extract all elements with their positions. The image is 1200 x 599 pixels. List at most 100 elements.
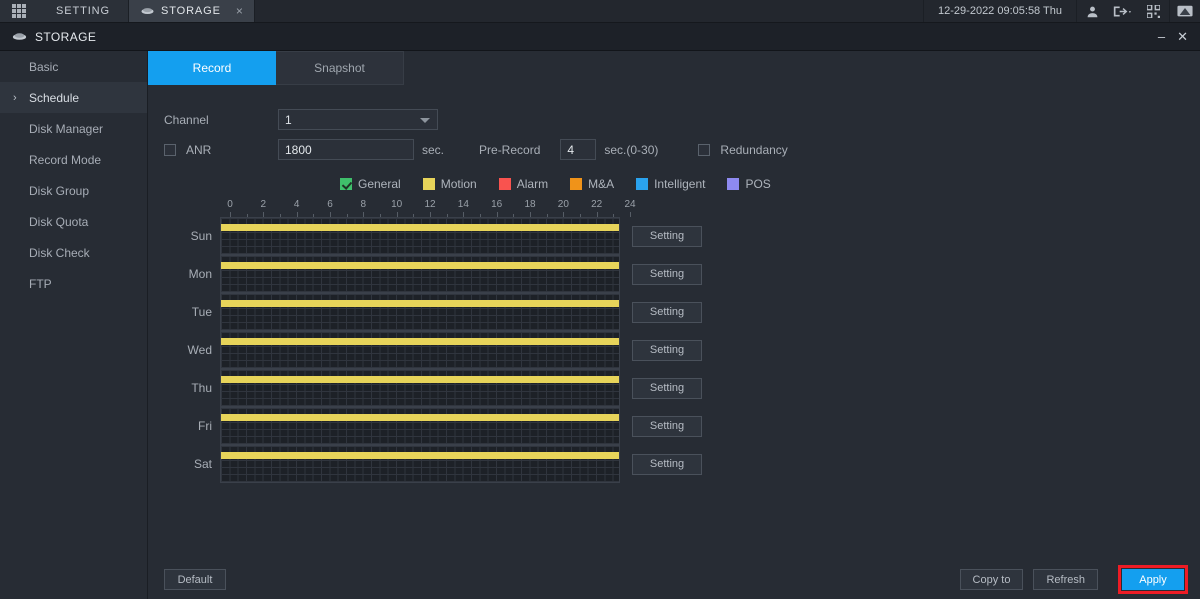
tab-snapshot[interactable]: Snapshot	[276, 51, 404, 85]
sidebar-item-disk-manager[interactable]: Disk Manager	[0, 113, 147, 144]
legend-item-general[interactable]: General	[340, 177, 401, 191]
timeline-bar[interactable]	[221, 338, 619, 345]
axis-tick-label: 12	[424, 199, 435, 210]
pos-swatch	[727, 178, 739, 190]
body: Basic › Schedule Disk Manager Record Mod…	[0, 51, 1200, 599]
close-icon[interactable]: ✕	[1177, 30, 1188, 43]
timeline-bar[interactable]	[221, 376, 619, 383]
timeline-day-label: Thu	[164, 381, 212, 395]
topbar-tab-setting-label: SETTING	[56, 5, 110, 17]
timeline-setting-button[interactable]: Setting	[632, 302, 702, 323]
axis-tick-label: 6	[327, 199, 333, 210]
topbar-tab-storage[interactable]: STORAGE ×	[129, 0, 255, 22]
chevron-down-icon	[420, 118, 430, 123]
redundancy-label: Redundancy	[720, 143, 787, 157]
legend-item-pos[interactable]: POS	[727, 177, 770, 191]
timeline-grid[interactable]	[220, 407, 620, 445]
timeline-bar[interactable]	[221, 300, 619, 307]
legend-item-ma[interactable]: M&A	[570, 177, 614, 191]
monitor-button[interactable]	[1169, 0, 1200, 22]
default-button[interactable]: Default	[164, 569, 226, 590]
timeline-grid[interactable]	[220, 331, 620, 369]
timeline-grid[interactable]	[220, 445, 620, 483]
default-button-label: Default	[178, 574, 213, 586]
user-button[interactable]	[1076, 0, 1107, 22]
anr-seconds-value: 1800	[285, 143, 312, 157]
chevron-right-icon: ›	[13, 92, 17, 104]
timeline-day-label: Sat	[164, 457, 212, 471]
general-checkbox[interactable]	[340, 178, 352, 190]
timeline-grid[interactable]	[220, 217, 620, 255]
topbar-tab-storage-label: STORAGE	[161, 5, 221, 17]
legend-label: POS	[745, 177, 770, 191]
minimize-icon[interactable]: –	[1158, 30, 1165, 43]
timeline-row: Sun Setting	[164, 217, 1200, 255]
system-datetime: 12-29-2022 09:05:58 Thu	[923, 0, 1076, 22]
sidebar-item-basic[interactable]: Basic	[0, 51, 147, 82]
sidebar-item-disk-quota[interactable]: Disk Quota	[0, 206, 147, 237]
timeline-bar[interactable]	[221, 414, 619, 421]
prerecord-input[interactable]: 4	[560, 139, 596, 160]
event-type-legend: General Motion Alarm M&A Intelligent	[340, 177, 1200, 191]
sidebar-item-label: Disk Check	[29, 246, 90, 260]
timeline-grid[interactable]	[220, 255, 620, 293]
timeline-setting-button[interactable]: Setting	[632, 264, 702, 285]
timeline-bar[interactable]	[221, 452, 619, 459]
window-controls: – ✕	[1158, 30, 1190, 43]
prerecord-unit-label: sec.(0-30)	[604, 143, 658, 157]
anr-seconds-input[interactable]: 1800	[278, 139, 414, 160]
timeline-bar[interactable]	[221, 224, 619, 231]
timeline-row: WedSetting	[164, 331, 1200, 369]
legend-item-intelligent[interactable]: Intelligent	[636, 177, 705, 191]
timeline-day-label: Sun	[164, 229, 212, 243]
axis-tick-label: 24	[624, 199, 635, 210]
sidebar-item-label: Disk Manager	[29, 122, 103, 136]
top-bar: SETTING STORAGE × 12-29-2022 09:05:58 Th…	[0, 0, 1200, 23]
sidebar-item-disk-group[interactable]: Disk Group	[0, 175, 147, 206]
redundancy-checkbox[interactable]	[698, 144, 710, 156]
timeline-row: FriSetting	[164, 407, 1200, 445]
storage-disk-icon	[141, 6, 154, 16]
apply-button[interactable]: Apply	[1122, 569, 1184, 590]
tab-record[interactable]: Record	[148, 51, 276, 85]
logout-button[interactable]	[1107, 0, 1138, 22]
sidebar-item-disk-check[interactable]: Disk Check	[0, 237, 147, 268]
window-title-bar: STORAGE – ✕	[0, 23, 1200, 51]
legend-item-motion[interactable]: Motion	[423, 177, 477, 191]
sidebar-item-ftp[interactable]: FTP	[0, 268, 147, 299]
timeline-day-label: Mon	[164, 267, 212, 281]
axis-tick-label: 2	[261, 199, 267, 210]
anr-unit-label: sec.	[422, 143, 444, 157]
qrcode-icon	[1147, 5, 1160, 18]
sidebar-item-record-mode[interactable]: Record Mode	[0, 144, 147, 175]
qrcode-button[interactable]	[1138, 0, 1169, 22]
topbar-tab-setting[interactable]: SETTING	[38, 0, 129, 22]
timeline-row: Mon Setting	[164, 255, 1200, 293]
timeline-bar[interactable]	[221, 262, 619, 269]
legend-item-alarm[interactable]: Alarm	[499, 177, 548, 191]
monitor-icon	[1177, 5, 1193, 18]
copy-to-button[interactable]: Copy to	[960, 569, 1024, 590]
prerecord-value: 4	[567, 143, 574, 157]
apps-menu-button[interactable]	[0, 0, 38, 22]
timeline-setting-button[interactable]: Setting	[632, 226, 702, 247]
chevron-down-icon	[1128, 11, 1130, 13]
channel-select[interactable]: 1	[278, 109, 438, 130]
timeline-setting-button[interactable]: Setting	[632, 416, 702, 437]
copy-to-button-label: Copy to	[973, 574, 1011, 586]
legend-label: Alarm	[517, 177, 548, 191]
refresh-button[interactable]: Refresh	[1033, 569, 1098, 590]
timeline-grid[interactable]	[220, 369, 620, 407]
anr-checkbox[interactable]	[164, 144, 176, 156]
timeline-setting-button[interactable]: Setting	[632, 454, 702, 475]
timeline-row: Thu Setting	[164, 369, 1200, 407]
sidebar-item-label: Disk Group	[29, 184, 89, 198]
timeline-setting-button[interactable]: Setting	[632, 378, 702, 399]
alarm-swatch	[499, 178, 511, 190]
timeline-rows: SunSettingMonSettingTueSettingWedSetting…	[164, 217, 1200, 483]
sidebar-item-schedule[interactable]: › Schedule	[0, 82, 147, 113]
close-icon[interactable]: ×	[236, 5, 244, 17]
timeline-setting-button[interactable]: Setting	[632, 340, 702, 361]
timeline-grid[interactable]	[220, 293, 620, 331]
sidebar-item-label: FTP	[29, 277, 52, 291]
